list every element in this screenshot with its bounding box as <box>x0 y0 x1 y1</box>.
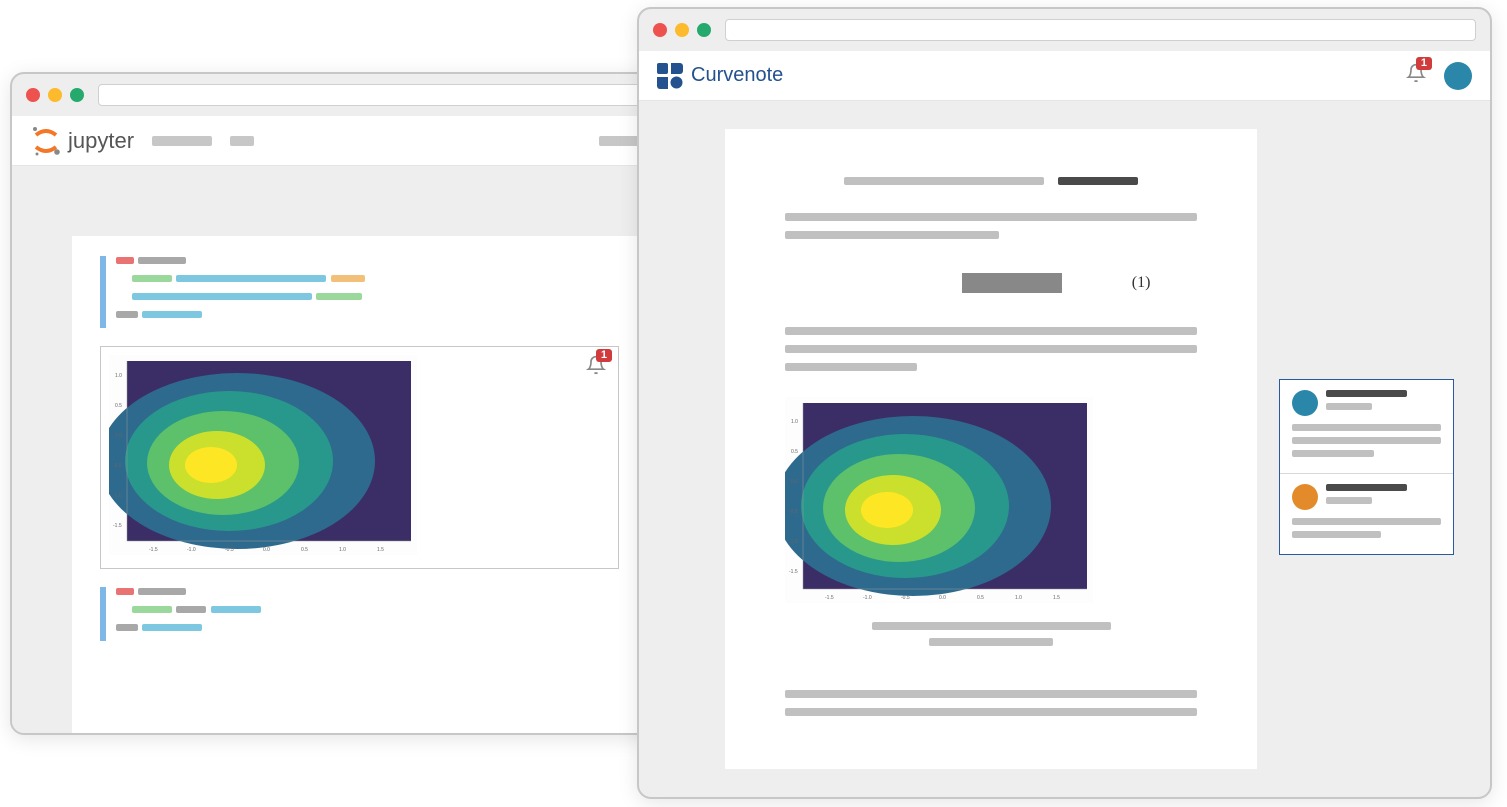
title-placeholder <box>844 177 1044 185</box>
jupyter-titlebar <box>12 74 657 116</box>
svg-text:-1.5: -1.5 <box>825 595 834 601</box>
code-cell-body <box>116 587 619 641</box>
commenter-avatar <box>1292 390 1318 416</box>
svg-text:0.5: 0.5 <box>791 449 798 455</box>
comment-time-placeholder <box>1326 497 1372 504</box>
svg-text:-0.5: -0.5 <box>113 463 122 469</box>
notification-badge: 1 <box>1416 57 1432 70</box>
jupyter-header: jupyter <box>12 116 657 166</box>
svg-text:1.0: 1.0 <box>791 419 798 425</box>
title-placeholder <box>1058 177 1138 185</box>
svg-text:0.0: 0.0 <box>115 433 122 439</box>
text-placeholder <box>785 231 999 239</box>
comments-panel <box>1279 379 1454 555</box>
svg-text:-0.5: -0.5 <box>789 509 798 515</box>
svg-text:1.5: 1.5 <box>1053 595 1060 601</box>
jupyter-url-bar[interactable] <box>98 84 643 106</box>
notification-badge: 1 <box>596 349 612 362</box>
svg-text:-0.5: -0.5 <box>901 595 910 601</box>
svg-text:-1.0: -1.0 <box>113 493 122 499</box>
equation-number: (1) <box>1132 274 1151 292</box>
curvenote-header: Curvenote 1 <box>639 51 1490 101</box>
commenter-name-placeholder <box>1326 390 1407 397</box>
comment[interactable] <box>1280 473 1453 554</box>
output-notification[interactable]: 1 <box>586 355 606 380</box>
svg-text:1.0: 1.0 <box>1015 595 1022 601</box>
svg-text:-1.0: -1.0 <box>863 595 872 601</box>
commenter-name-placeholder <box>1326 484 1407 491</box>
curvenote-brand-text: Curvenote <box>691 64 783 87</box>
close-dot-icon[interactable] <box>26 88 40 102</box>
code-cell[interactable] <box>100 256 619 328</box>
curvenote-window: Curvenote 1 (1) <box>637 7 1492 799</box>
minimize-dot-icon[interactable] <box>48 88 62 102</box>
curvenote-window-controls <box>653 23 711 37</box>
caption-placeholder <box>872 622 1111 630</box>
output-cell[interactable]: 1 -1.5-1.0-0.50 <box>100 346 619 569</box>
user-avatar[interactable] <box>1444 62 1472 90</box>
svg-text:1.0: 1.0 <box>115 373 122 379</box>
text-placeholder <box>785 213 1197 221</box>
code-cell-body <box>116 256 619 328</box>
curvenote-titlebar <box>639 9 1490 51</box>
code-cell[interactable] <box>100 587 619 641</box>
text-placeholder <box>785 690 1197 698</box>
svg-text:1.0: 1.0 <box>339 547 346 553</box>
svg-text:0.5: 0.5 <box>115 403 122 409</box>
jupyter-window: jupyter 1 <box>10 72 659 735</box>
maximize-dot-icon[interactable] <box>70 88 84 102</box>
comment-text-placeholder <box>1292 424 1441 431</box>
cell-indicator <box>100 587 106 641</box>
cell-indicator <box>100 256 106 328</box>
hexbin-plot: -1.5 -1.0 -0.5 0.0 0.5 1.0 1.5 -1.5 -1.0 -0.5 0.0… <box>785 397 1093 603</box>
jupyter-window-controls <box>26 88 84 102</box>
curvenote-workspace: (1) -1.5-1.0-0.50.00.51.01.5 -1.5- <box>639 101 1490 797</box>
curvenote-notifications[interactable]: 1 <box>1406 63 1426 88</box>
svg-text:0.0: 0.0 <box>263 547 270 553</box>
minimize-dot-icon[interactable] <box>675 23 689 37</box>
svg-text:0.0: 0.0 <box>939 595 946 601</box>
comment-text-placeholder <box>1292 531 1381 538</box>
menu-placeholder <box>152 136 212 146</box>
notebook-panel: 1 -1.5-1.0-0.50 <box>72 236 647 733</box>
svg-text:-1.5: -1.5 <box>789 569 798 575</box>
comment-time-placeholder <box>1326 403 1372 410</box>
svg-text:-1.5: -1.5 <box>113 523 122 529</box>
jupyter-brand-text: jupyter <box>68 128 134 154</box>
svg-text:0.5: 0.5 <box>977 595 984 601</box>
maximize-dot-icon[interactable] <box>697 23 711 37</box>
text-placeholder <box>785 327 1197 335</box>
curvenote-logo: Curvenote <box>657 63 783 89</box>
svg-text:0.5: 0.5 <box>301 547 308 553</box>
svg-text:1.5: 1.5 <box>377 547 384 553</box>
jupyter-logo-icon <box>30 125 62 157</box>
svg-text:0.0: 0.0 <box>791 479 798 485</box>
curvenote-logo-icon <box>657 63 683 89</box>
comment-text-placeholder <box>1292 450 1374 457</box>
svg-text:-1.5: -1.5 <box>149 547 158 553</box>
menu-placeholder <box>599 136 639 146</box>
equation-block <box>962 273 1062 293</box>
comment[interactable] <box>1280 380 1453 473</box>
svg-text:-1.0: -1.0 <box>187 547 196 553</box>
svg-text:-1.0: -1.0 <box>789 539 798 545</box>
close-dot-icon[interactable] <box>653 23 667 37</box>
commenter-avatar <box>1292 484 1318 510</box>
equation-row: (1) <box>785 273 1197 293</box>
menu-placeholder <box>230 136 254 146</box>
text-placeholder <box>785 363 917 371</box>
text-placeholder <box>785 345 1197 353</box>
svg-text:-0.5: -0.5 <box>225 547 234 553</box>
text-placeholder <box>785 708 1197 716</box>
comment-text-placeholder <box>1292 437 1441 444</box>
caption-placeholder <box>929 638 1053 646</box>
document[interactable]: (1) -1.5-1.0-0.50.00.51.01.5 -1.5- <box>725 129 1257 769</box>
jupyter-logo: jupyter <box>30 125 134 157</box>
curvenote-url-bar[interactable] <box>725 19 1476 41</box>
notebook-area: 1 -1.5-1.0-0.50 <box>12 166 657 733</box>
comment-text-placeholder <box>1292 518 1441 525</box>
hexbin-plot: -1.5 -1.0 -0.5 0.0 0.5 1.0 1.5 -1.5 -1.0 -0.5 0.0… <box>109 355 417 555</box>
